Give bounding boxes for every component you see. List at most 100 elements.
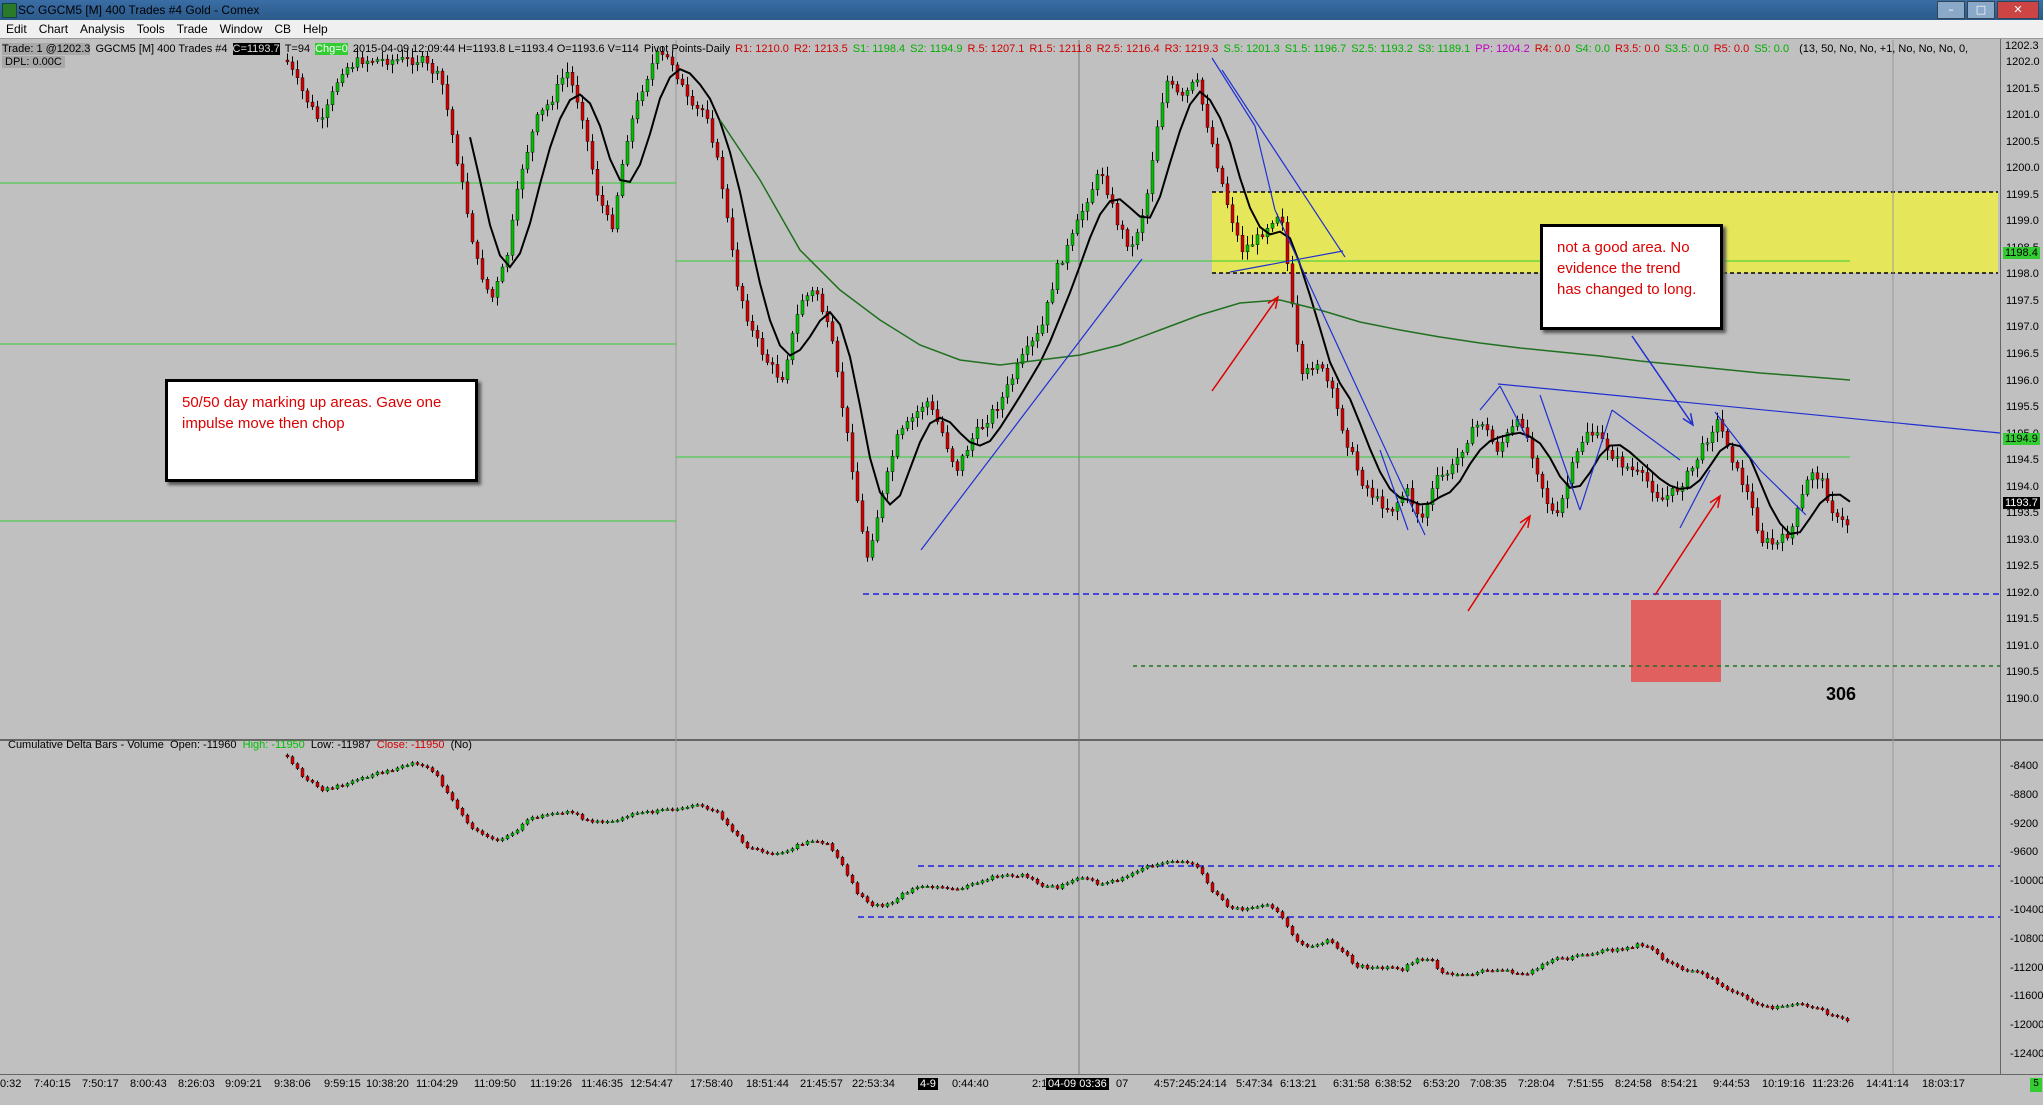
delta-bar	[1725, 986, 1730, 990]
delta-bar	[355, 779, 360, 782]
candle-body	[1360, 469, 1365, 486]
delta-bar	[1540, 963, 1545, 969]
candle-body	[475, 241, 480, 259]
delta-bar	[970, 883, 975, 886]
candle-body	[930, 401, 935, 410]
delta-bar	[405, 764, 410, 767]
candle-body	[710, 118, 715, 143]
price-tick-label: 1194.5	[2006, 454, 2039, 467]
delta-bar	[540, 814, 545, 818]
time-tick-label: 11:19:26	[530, 1078, 573, 1090]
candle-body	[1060, 262, 1065, 265]
candle-body	[955, 461, 960, 471]
price-tick-label: 1194.0	[2006, 480, 2039, 493]
candle-body	[1530, 437, 1535, 459]
delta-bar	[380, 771, 385, 774]
delta-bar	[1455, 974, 1460, 977]
delta-bar	[1590, 953, 1595, 956]
candle-body	[1025, 345, 1030, 355]
note-right[interactable]: not a good area. No evidence the trend h…	[1540, 224, 1723, 330]
t-value: T=94	[284, 43, 311, 55]
time-tick-label: 21:45:57	[800, 1078, 843, 1090]
candle-body	[1765, 538, 1770, 543]
candle-body	[1485, 424, 1490, 431]
delta-bar	[1620, 948, 1625, 951]
candle-body	[845, 407, 850, 433]
candle-body	[515, 188, 520, 221]
target-box	[1631, 600, 1721, 682]
candle-body	[1475, 424, 1480, 428]
delta-bar	[1545, 962, 1550, 965]
candle-body	[895, 434, 900, 457]
price-tick-label: 1197.0	[2006, 321, 2039, 334]
candle-body	[1730, 446, 1735, 463]
delta-bar	[1785, 1005, 1790, 1008]
delta-bar	[370, 774, 375, 778]
candle-body	[360, 57, 365, 65]
candle-body	[315, 106, 320, 119]
delta-bar	[1355, 962, 1360, 968]
candle-body	[1750, 491, 1755, 508]
candle-body	[1380, 496, 1385, 509]
candle-body	[1375, 496, 1380, 499]
candle-body	[1000, 396, 1005, 410]
price-tick-label: 1202.0	[2006, 56, 2040, 68]
candle-body	[1055, 262, 1060, 290]
candle-body	[290, 61, 295, 70]
delta-bar	[1735, 991, 1740, 994]
candle-body	[410, 57, 415, 65]
study-settings: (13, 50, No, No, +1, No, No, No, 0,	[1799, 43, 1969, 55]
time-tick-label: 8:54:21	[1661, 1078, 1698, 1090]
candle-body	[480, 258, 485, 280]
delta-tick-label: -8400	[2010, 760, 2039, 772]
candle-body	[1665, 495, 1670, 500]
candle-body	[350, 67, 355, 69]
delta-bar	[1690, 970, 1695, 973]
candle-body	[320, 117, 325, 120]
delta-bar	[580, 814, 585, 820]
candle-body	[1350, 447, 1355, 452]
candle-body	[990, 409, 995, 424]
delta-bar	[675, 808, 680, 811]
time-tick-label: 11:09:50	[474, 1078, 517, 1090]
delta-bar	[920, 886, 925, 888]
candle-body	[1640, 470, 1645, 473]
delta-bar	[805, 841, 810, 845]
candle-body	[1215, 143, 1220, 169]
time-tick-label: 9:44:53	[1713, 1078, 1750, 1090]
candle-body	[1745, 484, 1750, 493]
delta-bar	[1380, 966, 1385, 970]
candle-body	[900, 428, 905, 435]
price-tag: 1198.4	[2003, 247, 2040, 260]
candle-body	[815, 290, 820, 295]
note-left[interactable]: 50/50 day marking up areas. Gave one imp…	[165, 379, 478, 482]
delta-tick-label: -9600	[2010, 846, 2039, 859]
delta-bar	[770, 852, 775, 855]
delta-bar	[400, 765, 405, 769]
candle-body	[1255, 234, 1260, 245]
delta-bar	[1210, 882, 1215, 892]
delta-bar	[895, 898, 900, 903]
candle-body	[1290, 263, 1295, 305]
candle-body	[1780, 533, 1785, 543]
candle-body	[760, 338, 765, 355]
price-tick-label: 1193.5	[2006, 507, 2039, 520]
delta-tick-label: -9200	[2010, 817, 2039, 830]
delta-bar	[790, 848, 795, 852]
candle-body	[1545, 488, 1550, 504]
candle-body	[850, 432, 855, 472]
candle-body	[305, 90, 310, 103]
candle-body	[1685, 470, 1690, 487]
candle-body	[830, 321, 835, 342]
delta-bar	[1400, 968, 1405, 971]
pivot-value: R3.5: 0.0	[1615, 43, 1660, 55]
delta-bar	[1195, 863, 1200, 868]
annotation-arrow-head	[1267, 295, 1280, 309]
candle-body	[1455, 457, 1460, 465]
delta-bar	[1395, 967, 1400, 970]
candle-body	[1440, 474, 1445, 477]
delta-bar	[1035, 878, 1040, 884]
delta-bar	[520, 823, 525, 831]
pivot-value: R2: 1213.5	[793, 43, 848, 55]
candle-body	[415, 62, 420, 65]
